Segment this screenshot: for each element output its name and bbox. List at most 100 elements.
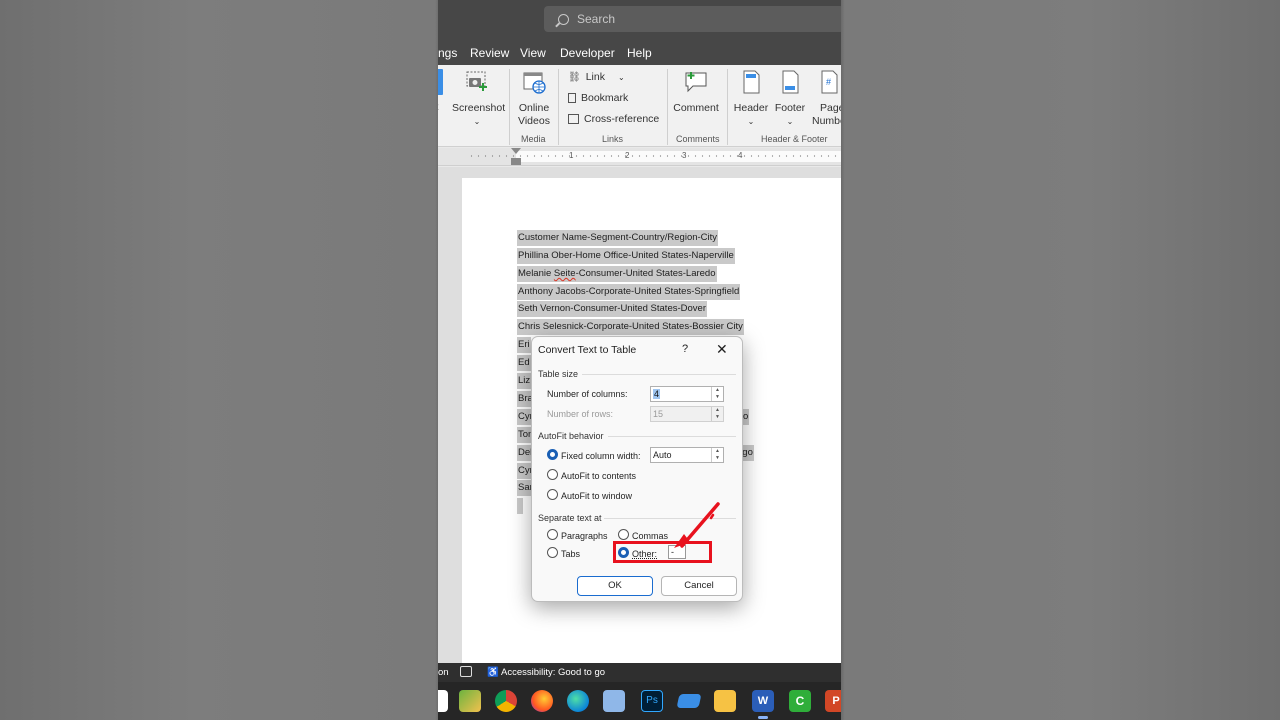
document-line[interactable]: Anthony Jacobs-Corporate-United States-S… [517, 284, 741, 300]
number-of-columns-stepper[interactable]: 4 ▲ ▼ [650, 386, 724, 402]
group-label-links: Links [602, 134, 624, 144]
spin-arrows-icon[interactable]: ▲ ▼ [711, 387, 723, 401]
file-explorer-icon[interactable] [714, 690, 736, 712]
tabs-label[interactable]: Tabs [561, 549, 580, 559]
section-autofit-behavior: AutoFit behavior [538, 431, 604, 441]
svg-text:#: # [826, 77, 831, 87]
tab-help[interactable]: Help [627, 46, 652, 60]
document-line[interactable]: Eri [517, 337, 531, 353]
tab-review[interactable]: Review [470, 46, 509, 60]
document-line-fragment[interactable]: o [742, 409, 750, 425]
footer-button[interactable]: Footer ⌄ [771, 69, 809, 128]
word-icon[interactable]: W [752, 690, 774, 712]
red-arrow-icon [674, 502, 720, 548]
divider [727, 69, 728, 145]
first-line-indent-handle[interactable] [511, 148, 521, 154]
cross-reference-button[interactable]: Cross-reference [568, 113, 659, 125]
online-videos-button[interactable]: Online Videos [514, 69, 554, 128]
tab-view[interactable]: View [520, 46, 546, 60]
fixed-column-width-stepper[interactable]: Auto ▲ ▼ [650, 447, 724, 463]
chevron-down-icon: ⌄ [617, 72, 625, 82]
status-bar: on ♿ Accessibility: Good to go [438, 663, 841, 682]
document-line[interactable]: Chris Selesnick-Corporate-United States-… [517, 319, 744, 335]
tab-developer[interactable]: Developer [560, 46, 615, 60]
bookmark-button[interactable]: Bookmark [568, 92, 628, 104]
group-label-header-footer: Header & Footer [761, 134, 828, 144]
search-box[interactable]: Search [544, 6, 841, 32]
section-table-size: Table size [538, 369, 579, 379]
spin-arrows-icon: ▲ ▼ [711, 407, 723, 421]
ruler: 1 2 3 4 [438, 148, 841, 166]
ok-button[interactable]: OK [577, 576, 653, 596]
camtasia-icon[interactable]: C [789, 690, 811, 712]
link-button[interactable]: ⛓ Link ⌄ [568, 71, 625, 83]
divider [509, 69, 510, 145]
paragraphs-radio[interactable] [547, 529, 558, 540]
chevron-down-icon: ⌄ [473, 117, 481, 126]
left-indent-handle[interactable] [511, 158, 521, 165]
autofit-window-label[interactable]: AutoFit to window [561, 491, 632, 501]
document-line[interactable]: Customer Name-Segment-Country/Region-Cit… [517, 230, 719, 246]
link-icon: ⛓ [568, 71, 581, 83]
document-line[interactable]: Ed [517, 355, 531, 371]
online-video-icon [523, 72, 546, 94]
header-button[interactable]: Header ⌄ [732, 69, 770, 128]
active-app-indicator [758, 716, 768, 719]
dialog-title: Convert Text to Table [538, 344, 637, 356]
cancel-button[interactable]: Cancel [661, 576, 737, 596]
ruler-ticks [468, 155, 838, 157]
document-line[interactable]: Melanie Seite-Consumer-United States-Lar… [517, 266, 717, 282]
number-of-rows-label: Number of rows: [547, 409, 614, 419]
title-bar: Search [438, 0, 841, 40]
document-line[interactable]: Phillina Ober-Home Office-United States-… [517, 248, 735, 264]
chevron-down-icon: ⌄ [747, 117, 755, 126]
autofit-contents-label[interactable]: AutoFit to contents [561, 471, 636, 481]
group-label-media: Media [521, 134, 546, 144]
divider [608, 436, 736, 437]
insert-partial-button[interactable]: rt [438, 69, 446, 113]
comment-button[interactable]: Comment [671, 69, 721, 115]
cross-reference-icon [568, 114, 579, 124]
accessibility-status[interactable]: Accessibility: Good to go [501, 667, 605, 678]
fixed-column-width-radio[interactable] [547, 449, 558, 460]
search-placeholder: Search [577, 12, 616, 26]
page-number-icon: # [821, 70, 838, 94]
powerpoint-icon[interactable]: P [825, 690, 841, 712]
divider [667, 69, 668, 145]
chevron-down-icon: ⌄ [786, 117, 794, 126]
fixed-column-width-label[interactable]: Fixed column width: [561, 451, 641, 461]
macro-record-icon[interactable] [460, 666, 472, 677]
app-icon[interactable] [676, 694, 702, 708]
chrome-icon[interactable] [495, 690, 517, 712]
paragraphs-label[interactable]: Paragraphs [561, 531, 608, 541]
search-icon [558, 13, 569, 25]
document-line[interactable]: Liz [517, 373, 532, 389]
footer-icon [782, 70, 799, 94]
tabs-radio[interactable] [547, 547, 558, 558]
bookmark-icon [568, 93, 576, 103]
taskbar: Ps W C P [438, 682, 841, 720]
help-button[interactable]: ? [682, 343, 688, 355]
tab-mailings[interactable]: ngs [438, 46, 457, 60]
accessibility-icon: ♿ [487, 667, 499, 678]
screenshot-button[interactable]: Screenshot ⌄ [452, 69, 505, 128]
divider [558, 69, 559, 145]
spin-arrows-icon[interactable]: ▲ ▼ [711, 448, 723, 462]
paint-app-icon[interactable] [603, 690, 625, 712]
document-line[interactable]: Seth Vernon-Consumer-United States-Dover [517, 301, 707, 317]
firefox-icon[interactable] [531, 690, 553, 712]
maps-app-icon[interactable] [459, 690, 481, 712]
photoshop-icon[interactable]: Ps [641, 690, 663, 712]
commas-radio[interactable] [618, 529, 629, 540]
document-line-empty[interactable] [517, 498, 523, 514]
number-of-rows-stepper: 15 ▲ ▼ [650, 406, 724, 422]
section-separate-text: Separate text at [538, 513, 602, 523]
taskbar-app-icon[interactable] [438, 690, 448, 712]
autofit-contents-radio[interactable] [547, 469, 558, 480]
header-icon [743, 70, 760, 94]
edge-icon[interactable] [567, 690, 589, 712]
page-number-button[interactable]: # Page Numbe [812, 69, 841, 128]
close-button[interactable]: ✕ [716, 341, 728, 358]
autofit-window-radio[interactable] [547, 489, 558, 500]
comment-icon [685, 72, 707, 93]
